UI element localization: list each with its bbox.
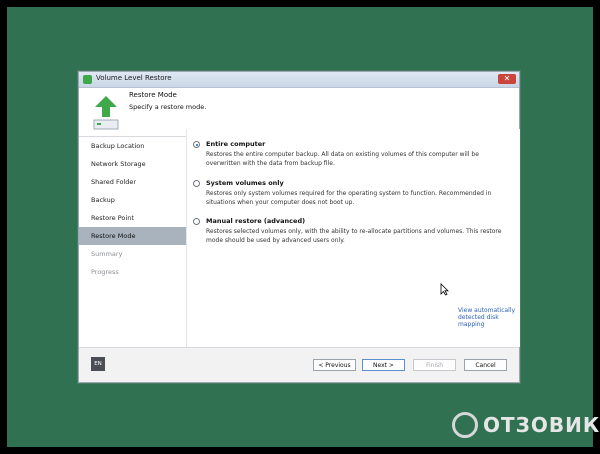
radio-manual-restore[interactable] <box>193 218 200 225</box>
option-description: Restores the entire computer backup. All… <box>206 151 479 167</box>
finish-button: Finish <box>413 359 456 371</box>
mouse-cursor-icon <box>440 281 449 300</box>
option-description: Restores only system volumes required fo… <box>206 190 492 206</box>
radio-system-volumes[interactable] <box>193 180 200 187</box>
window-title: Volume Level Restore <box>96 74 172 82</box>
watermark-text: ОТЗОВИК <box>483 413 600 437</box>
wizard-footer: EN < Previous Next > Finish Cancel <box>79 347 519 382</box>
sidebar-item-backup[interactable]: Backup <box>79 191 186 209</box>
sidebar-item-restore-mode[interactable]: Restore Mode <box>79 227 186 245</box>
sidebar-item-summary: Summary <box>91 250 123 258</box>
page-subtitle: Specify a restore mode. <box>129 103 207 111</box>
wizard-steps-sidebar: Backup Location Network Storage Shared F… <box>79 137 186 347</box>
volume-restore-dialog: Volume Level Restore ✕ Restore Mode Spec… <box>78 71 520 383</box>
restore-arrow-icon <box>91 94 121 130</box>
next-button[interactable]: Next > <box>362 359 405 371</box>
page-title: Restore Mode <box>129 91 177 99</box>
option-description: Restores selected volumes only, with the… <box>206 228 502 244</box>
cancel-button[interactable]: Cancel <box>464 359 507 371</box>
disk-mapping-link[interactable]: View automatically detected disk mapping <box>458 307 520 328</box>
sidebar-item-network-storage[interactable]: Network Storage <box>79 155 186 173</box>
sidebar-item-progress: Progress <box>91 268 119 276</box>
app-icon <box>83 75 92 84</box>
sidebar-item-restore-point[interactable]: Restore Point <box>79 209 186 227</box>
language-indicator[interactable]: EN <box>91 357 105 371</box>
sidebar-item-shared-folder[interactable]: Shared Folder <box>79 173 186 191</box>
close-button[interactable]: ✕ <box>498 74 516 84</box>
option-title: Entire computer <box>206 140 266 148</box>
previous-button[interactable]: < Previous <box>313 359 356 371</box>
title-bar: Volume Level Restore ✕ <box>79 72 519 88</box>
restore-mode-panel: Entire computer Restores the entire comp… <box>186 129 520 347</box>
option-title: System volumes only <box>206 179 284 187</box>
watermark-logo-icon <box>452 412 478 438</box>
sidebar-item-backup-location[interactable]: Backup Location <box>79 137 186 155</box>
option-title: Manual restore (advanced) <box>206 217 306 225</box>
radio-entire-computer[interactable] <box>193 141 200 148</box>
